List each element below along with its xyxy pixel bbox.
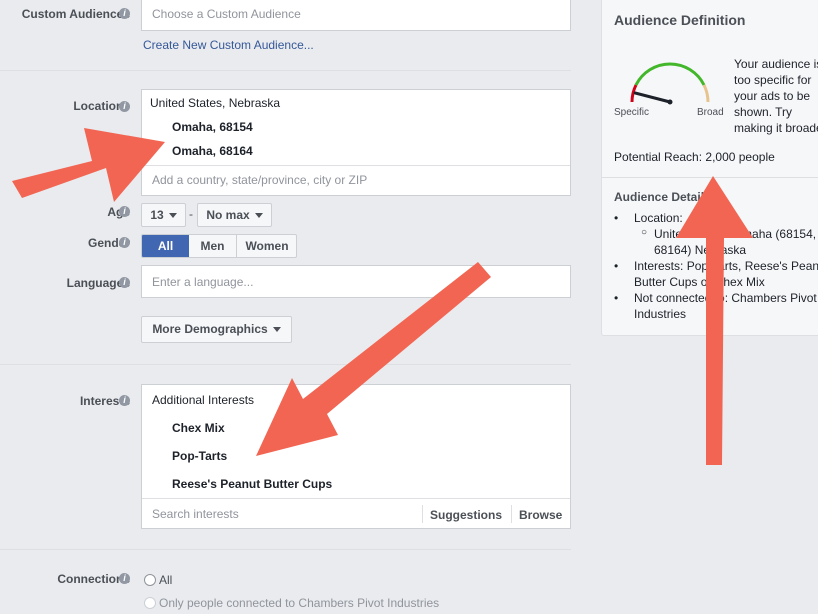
- annotation-arrows: [12, 128, 753, 465]
- arrow-to-locations: [12, 128, 165, 202]
- arrow-to-reach: [676, 176, 753, 465]
- arrow-to-interests: [256, 262, 491, 456]
